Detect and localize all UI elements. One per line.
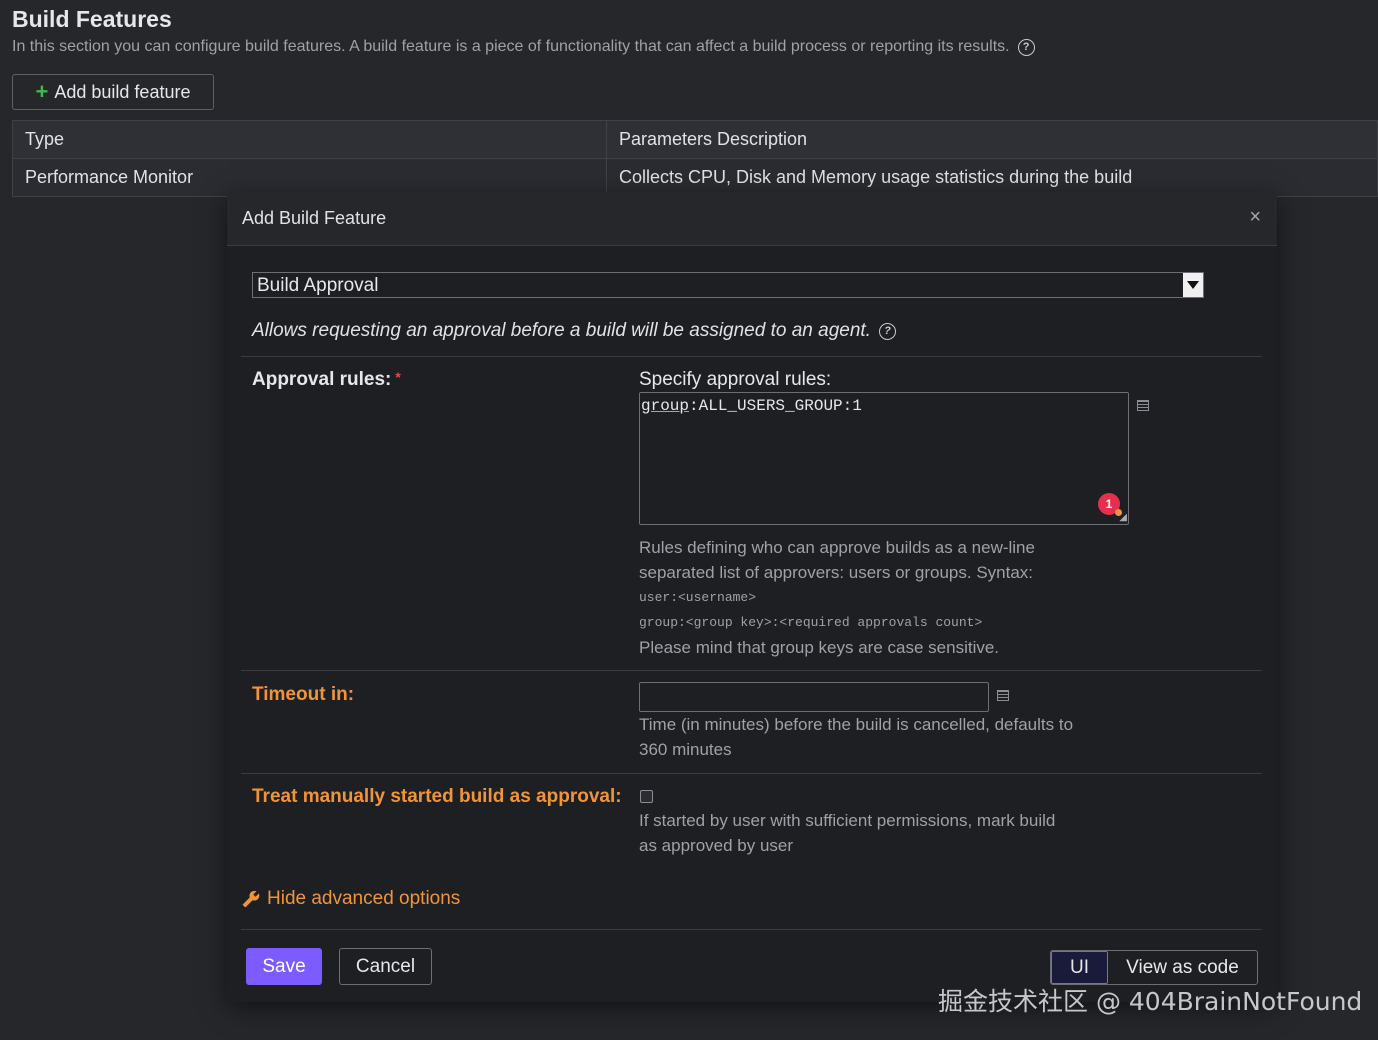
column-header-parameters: Parameters Description [606,120,1378,159]
add-build-feature-dialog: Add Build Feature × Build Approval Allow… [227,192,1277,1002]
error-badge[interactable]: 1 [1098,493,1122,516]
approval-rules-value: group:ALL_USERS_GROUP:1 [641,397,862,415]
feature-type-cell: Performance Monitor [12,158,607,197]
build-features-table: Type Parameters Description Performance … [12,120,1378,197]
table-row[interactable]: Performance Monitor Collects CPU, Disk a… [12,158,1378,197]
column-header-type: Type [12,120,607,159]
manual-approval-label: Treat manually started build as approval… [252,786,622,807]
feature-description: Allows requesting an approval before a b… [252,320,896,342]
required-mark: * [395,369,401,385]
manual-approval-checkbox[interactable] [640,790,653,803]
approval-rules-help-line1: Rules defining who can approve builds as… [639,538,1035,582]
help-icon[interactable]: ? [878,322,896,340]
add-build-feature-label: Add build feature [54,81,191,102]
manual-approval-help: If started by user with sufficient permi… [639,811,1056,855]
table-header-row: Type Parameters Description [12,120,1378,159]
approval-rules-label: Approval rules: * [252,369,401,391]
hide-advanced-options-label: Hide advanced options [267,888,461,909]
rule-keyword: group [641,397,690,415]
dialog-header: Add Build Feature × [227,192,1277,246]
save-button[interactable]: Save [246,948,322,985]
approval-rules-help: Rules defining who can approve builds as… [639,535,1099,660]
subtitle-text: In this section you can configure build … [12,38,1010,55]
ui-mode-button[interactable]: UI [1051,951,1108,984]
resize-handle-icon[interactable]: ◢ [1119,513,1127,523]
feature-description-cell: Collects CPU, Disk and Memory usage stat… [606,158,1378,197]
watermark: 掘金技术社区 @ 404BrainNotFound [938,987,1363,1016]
hide-advanced-options-link[interactable]: Hide advanced options [242,888,460,910]
expand-editor-icon[interactable] [997,690,1009,701]
timeout-help: Time (in minutes) before the build is ca… [639,715,1074,759]
specify-approval-rules-label: Specify approval rules: [639,369,832,390]
feature-type-select[interactable]: Build Approval [252,272,1204,298]
chevron-down-icon[interactable] [1183,273,1203,297]
divider [241,773,1262,774]
wrench-icon [242,890,260,908]
expand-editor-icon[interactable] [1137,400,1149,411]
help-icon[interactable]: ? [1017,38,1035,56]
rule-rest: :ALL_USERS_GROUP:1 [689,397,862,415]
add-build-feature-button[interactable]: + Add build feature [12,74,214,110]
approval-rules-textarea[interactable]: group:ALL_USERS_GROUP:1 1 ◢ [639,392,1129,525]
view-as-code-button[interactable]: View as code [1108,951,1257,984]
approval-rules-help-line2: Please mind that group keys are case sen… [639,638,1000,657]
cancel-button[interactable]: Cancel [339,948,432,985]
feature-description-text: Allows requesting an approval before a b… [252,320,871,341]
divider [241,356,1262,357]
page-title: Build Features [12,6,172,32]
syntax-group: group:<group key>:<required approvals co… [639,615,983,630]
approval-rules-label-text: Approval rules: [252,369,392,390]
divider [241,929,1262,930]
close-icon[interactable]: × [1249,206,1261,229]
dialog-title: Add Build Feature [242,208,387,228]
timeout-label: Timeout in: [252,684,355,705]
view-mode-toggle: UI View as code [1050,950,1258,985]
syntax-user: user:<username> [639,590,757,605]
divider [241,670,1262,671]
feature-type-value: Build Approval [257,275,379,296]
page-subtitle: In this section you can configure build … [12,38,1035,56]
timeout-input[interactable] [639,682,989,712]
plus-icon: + [35,79,49,104]
